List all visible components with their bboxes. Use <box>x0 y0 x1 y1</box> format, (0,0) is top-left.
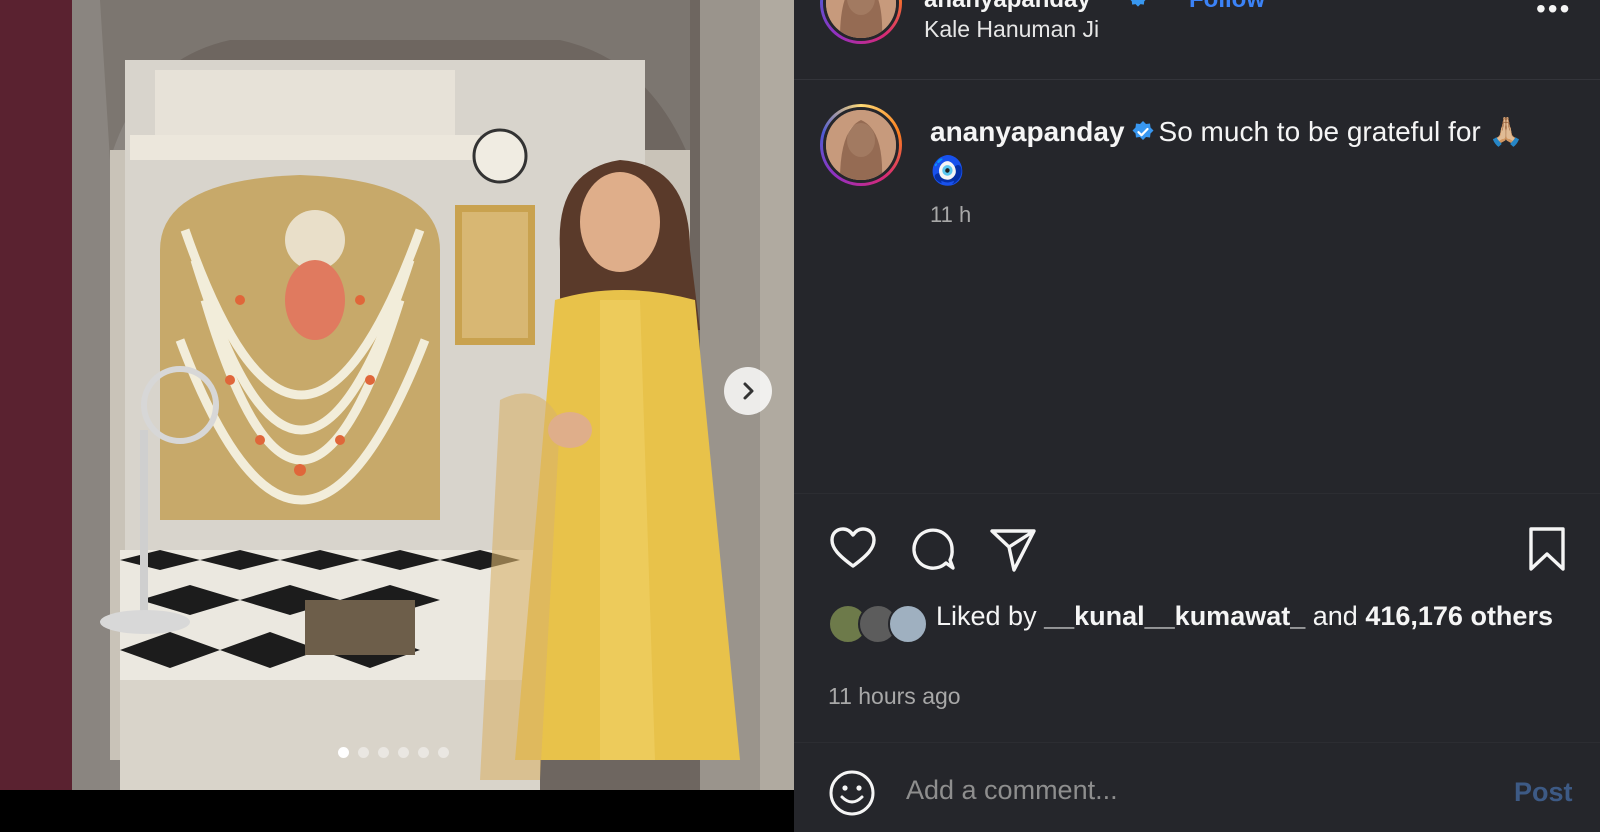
post-media[interactable] <box>0 0 794 790</box>
post-sidebar: ananyapanday Follow Kale Hanuman Ji ••• … <box>794 0 1600 832</box>
carousel-dot <box>418 747 429 758</box>
post-comment-button[interactable]: Post <box>1514 777 1573 808</box>
post-location[interactable]: Kale Hanuman Ji <box>924 16 1099 43</box>
carousel-dot <box>438 747 449 758</box>
smiley-icon[interactable] <box>828 769 876 817</box>
follow-button[interactable]: Follow <box>1189 0 1265 14</box>
caption-timestamp[interactable]: 11 h <box>930 202 971 228</box>
avatar-image <box>826 110 896 180</box>
verified-badge-icon <box>1131 117 1155 153</box>
liker-avatars[interactable] <box>828 604 932 646</box>
carousel-next-button[interactable] <box>724 367 772 415</box>
likes-count[interactable]: 416,176 <box>1365 601 1463 631</box>
header-username[interactable]: ananyapanday <box>924 0 1091 14</box>
liker-username[interactable]: __kunal__kumawat_ <box>1044 601 1305 631</box>
heart-icon[interactable] <box>828 524 878 574</box>
comment-icon[interactable] <box>908 524 958 574</box>
carousel-indicator <box>338 747 449 758</box>
post-photo <box>0 0 794 790</box>
liker-avatar <box>888 604 928 644</box>
likes-prefix: Liked by <box>936 601 1037 631</box>
carousel-dot <box>338 747 349 758</box>
caption-avatar[interactable] <box>820 104 902 186</box>
media-letterbox <box>0 790 794 832</box>
paper-plane-icon[interactable] <box>988 524 1038 574</box>
post-header: ananyapanday Follow Kale Hanuman Ji ••• <box>794 0 1600 80</box>
comment-input[interactable] <box>906 767 1466 813</box>
carousel-dot <box>358 747 369 758</box>
action-bar <box>794 494 1600 594</box>
caption-text: ananyapanday So much to be grateful for 🙏… <box>930 114 1570 189</box>
caption-body: So much to be grateful for 🙏🏼 <box>1158 116 1524 147</box>
caption-emoji: 🧿 <box>930 155 965 186</box>
carousel-dot <box>378 747 389 758</box>
chevron-right-icon <box>743 382 754 400</box>
likes-suffix[interactable]: others <box>1470 601 1553 631</box>
likes-text: Liked by __kunal__kumawat_ and 416,176 o… <box>936 598 1556 634</box>
caption-section: ananyapanday So much to be grateful for 🙏… <box>794 80 1600 494</box>
comment-box: Post <box>794 742 1600 832</box>
more-options-button[interactable]: ••• <box>1536 0 1571 23</box>
post-timestamp[interactable]: 11 hours ago <box>828 683 961 710</box>
header-avatar[interactable] <box>820 0 902 44</box>
bookmark-icon[interactable] <box>1522 524 1572 574</box>
verified-badge-icon <box>1128 0 1148 15</box>
carousel-dot <box>398 747 409 758</box>
likes-middle: and <box>1312 601 1358 631</box>
caption-username[interactable]: ananyapanday <box>930 116 1125 147</box>
avatar-image <box>826 0 896 38</box>
